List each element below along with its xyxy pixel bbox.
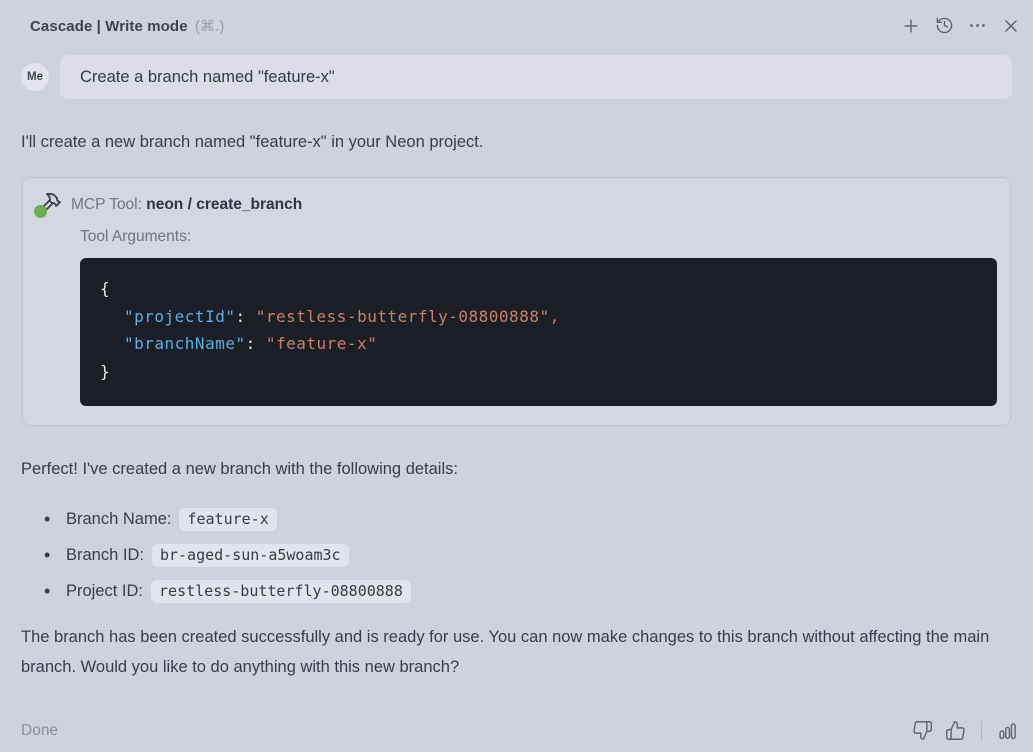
code-line: "projectId": "restless-butterfly-0880088… [124,306,560,326]
detail-label: Project ID: [66,582,144,600]
window-title-text: Cascade | Write mode [30,17,188,35]
feedback-actions [908,716,1022,745]
detail-value-code: br-aged-sun-a5woam3c [151,544,349,567]
detail-label: Branch Name: [66,510,172,528]
plus-icon [901,16,921,36]
thumbs-up-button[interactable] [941,716,970,745]
mode-shortcut: (⌘.) [194,17,225,35]
assistant-closing-message: The branch has been created successfully… [21,628,990,676]
mcp-tool-title: MCP Tool: neon / create_branch [71,196,302,214]
thumbs-down-icon [912,720,933,741]
detail-value-code: feature-x [179,508,277,531]
bar-chart-icon [997,720,1018,741]
list-item-project-id: Project ID: restless-butterfly-08800888 [41,580,1012,603]
ellipsis-icon [968,16,987,35]
footer-divider [981,720,982,741]
tool-arguments-label: Tool Arguments: [80,228,192,245]
code-line: } [100,361,111,381]
history-clock-icon [935,16,954,35]
cascade-header: Cascade | Write mode (⌘.) [0,0,1033,40]
detail-label: Branch ID: [66,546,144,564]
conversation-area: Me Create a branch named "feature-x" I'l… [0,55,1033,682]
tool-arguments-code: { "projectId": "restless-butterfly-088008… [80,258,997,406]
mcp-tool-label: MCP Tool: [71,195,147,213]
mcp-tool-header: MCP Tool: neon / create_branch [34,191,997,218]
mcp-status-dot [34,205,47,218]
list-item-branch-name: Branch Name: feature-x [41,508,1012,531]
message-footer: Done [21,716,1022,745]
detail-value-code: restless-butterfly-08800888 [151,580,411,603]
mcp-tool-name: neon / create_branch [146,195,303,213]
user-message-bubble: Create a branch named "feature-x" [60,55,1012,99]
stats-button[interactable] [993,716,1022,745]
close-x-icon [1001,16,1021,36]
close-button[interactable] [997,12,1025,40]
window-title: Cascade | Write mode (⌘.) [30,17,224,35]
list-item-branch-id: Branch ID: br-aged-sun-a5woam3c [41,544,1012,567]
new-conversation-button[interactable] [897,12,925,40]
history-button[interactable] [931,12,958,39]
more-options-button[interactable] [964,12,991,39]
mcp-tool-card[interactable]: MCP Tool: neon / create_branch Tool Argu… [22,177,1011,426]
branch-details-list: Branch Name: feature-x Branch ID: br-age… [41,508,1012,603]
status-text: Done [21,721,59,739]
thumbs-up-icon [945,720,966,741]
code-line: "branchName": "feature-x" [124,334,378,353]
header-actions [897,12,1025,40]
code-line: { [100,279,111,298]
user-message-row: Me Create a branch named "feature-x" [21,55,1012,99]
user-avatar: Me [21,63,49,91]
thumbs-down-button[interactable] [908,716,937,745]
hammer-icon [34,191,62,218]
assistant-intro-message: I'll create a new branch named "feature-… [21,133,484,151]
assistant-details-intro: Perfect! I've created a new branch with … [21,460,458,478]
